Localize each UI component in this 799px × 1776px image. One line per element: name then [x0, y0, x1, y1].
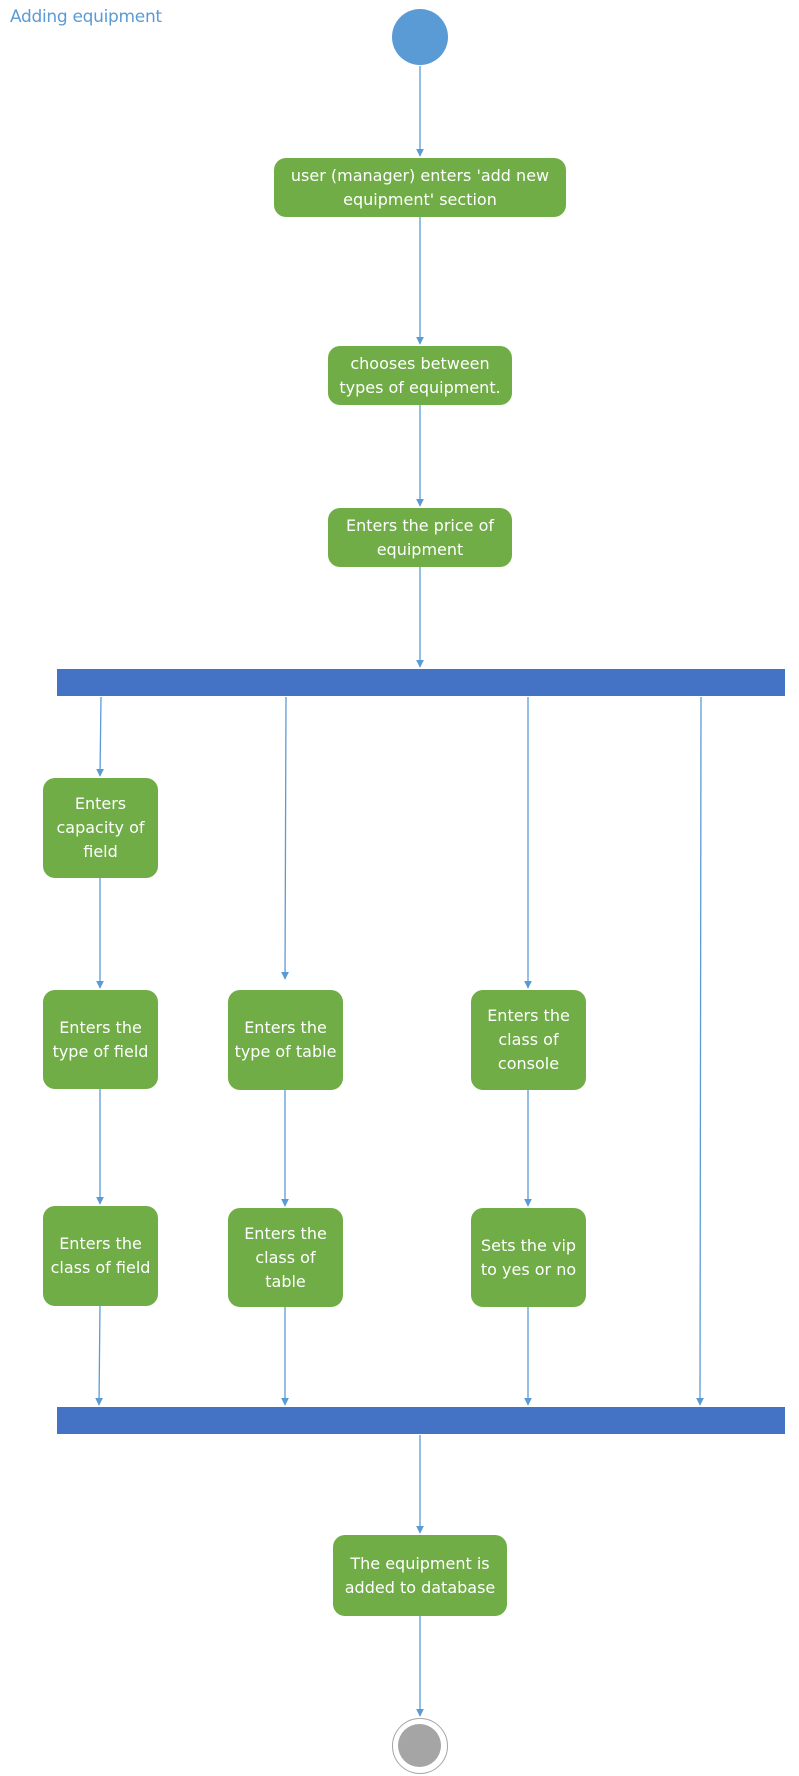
action-field-class: Enters the class of field — [43, 1206, 158, 1306]
edge-fork-to-join-direct — [696, 696, 704, 1406]
action-label: user (manager) enters 'add new equipment… — [290, 165, 550, 209]
action-label: Enters the price of equipment — [345, 515, 495, 559]
fork-bar — [57, 669, 785, 696]
edge-fork-to-field-capacity — [96, 696, 104, 777]
action-table-class: Enters the class of table — [228, 1208, 343, 1307]
final-node — [392, 1718, 448, 1774]
action-label: Enters capacity of field — [56, 794, 145, 861]
action-label: chooses between types of equipment. — [339, 353, 501, 397]
action-choose-type: chooses between types of equipment. — [328, 346, 512, 405]
action-label: Sets the vip to yes or no — [480, 1235, 577, 1279]
initial-node — [392, 9, 448, 65]
action-label: Enters the class of console — [487, 1006, 570, 1073]
action-field-type: Enters the type of field — [43, 990, 158, 1089]
edge-fork-to-table-type — [281, 696, 289, 980]
edge-field-class-to-join — [95, 1304, 103, 1406]
connectors-layer — [95, 66, 704, 1717]
action-label: Enters the type of table — [234, 1018, 337, 1061]
action-console-vip: Sets the vip to yes or no — [471, 1208, 586, 1307]
action-label: Enters the class of field — [50, 1234, 151, 1277]
action-label: Enters the class of table — [244, 1223, 327, 1291]
join-bar — [57, 1407, 785, 1434]
action-label: The equipment is added to database — [344, 1553, 496, 1597]
action-label: Enters the type of field — [52, 1017, 149, 1061]
action-field-capacity: Enters capacity of field — [43, 778, 158, 878]
action-console-class: Enters the class of console — [471, 990, 586, 1090]
action-enter-section: user (manager) enters 'add new equipment… — [274, 158, 566, 217]
action-added-to-database: The equipment is added to database — [333, 1535, 507, 1616]
final-node-core — [398, 1724, 441, 1767]
action-table-type: Enters the type of table — [228, 990, 343, 1090]
action-enter-price: Enters the price of equipment — [328, 508, 512, 567]
